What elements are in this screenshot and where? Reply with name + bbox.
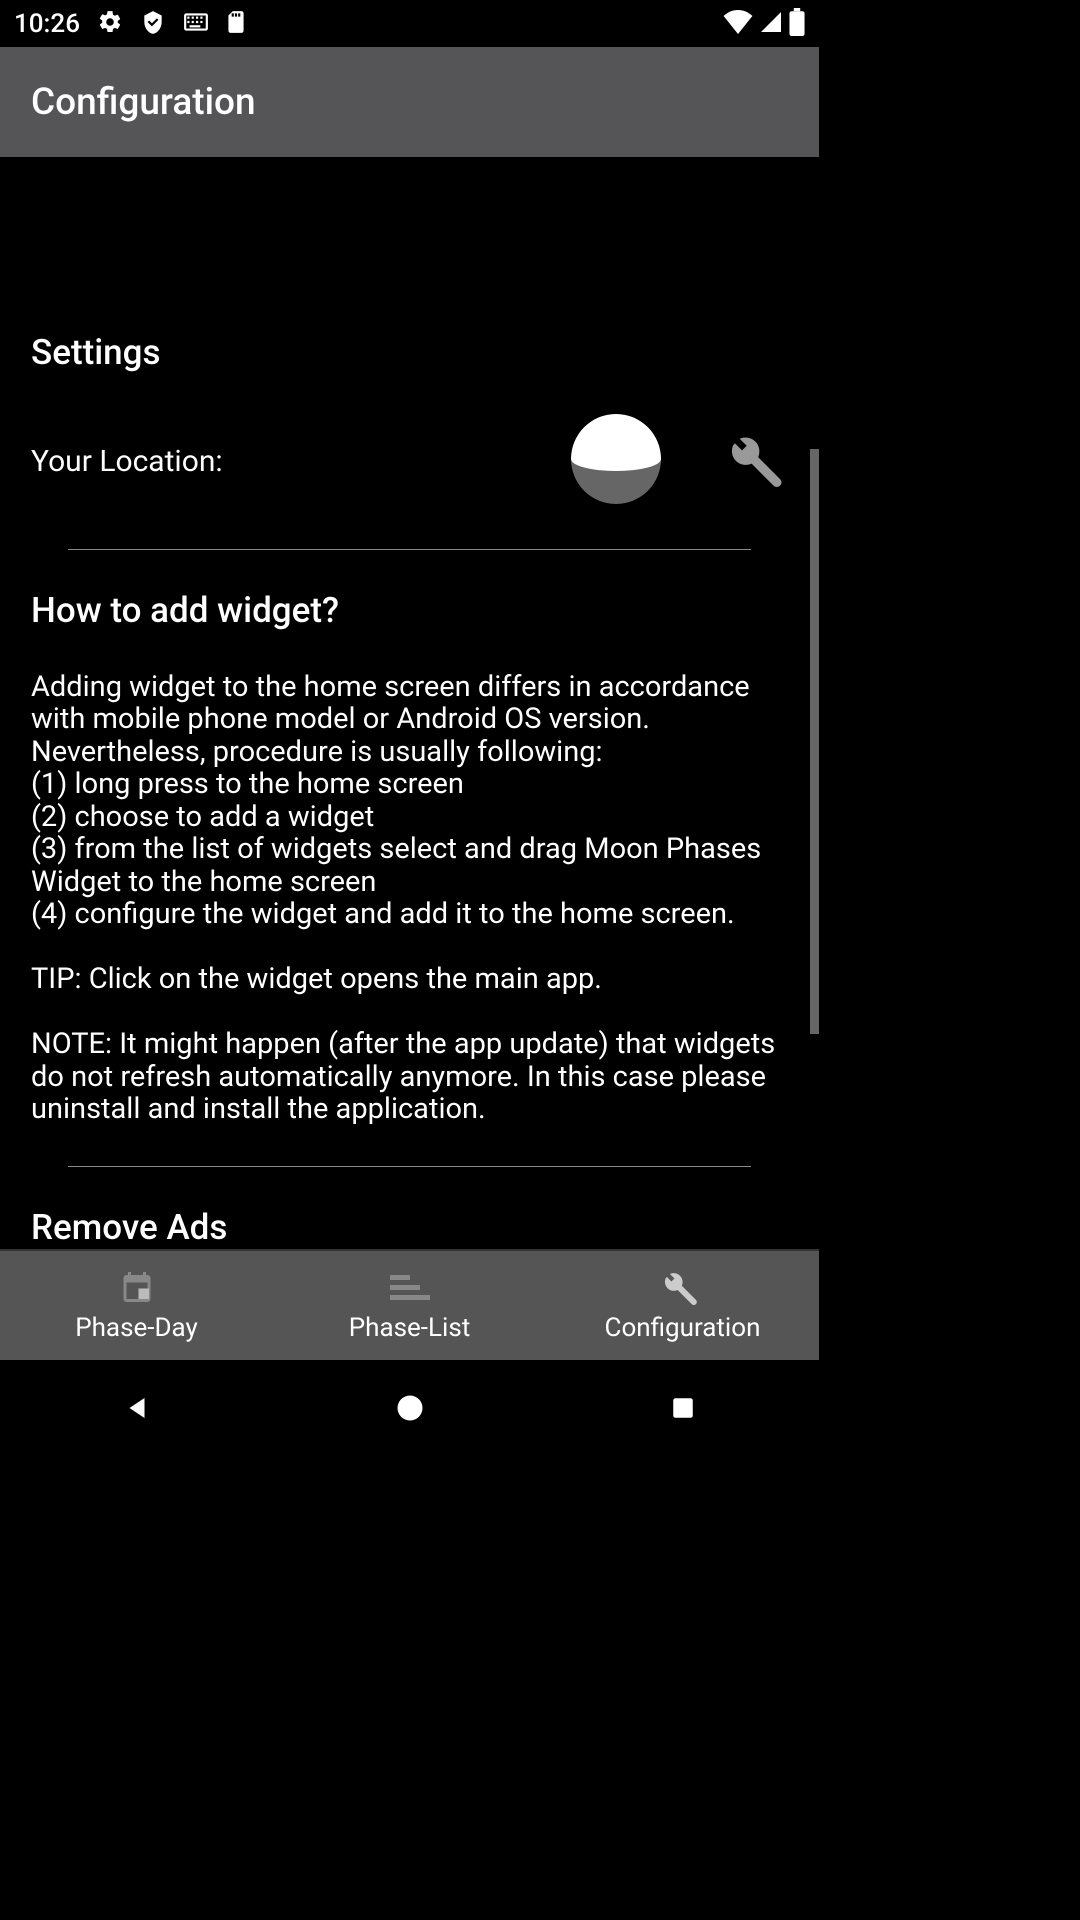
back-button[interactable] [57, 1378, 217, 1438]
page-title: Configuration [31, 81, 256, 124]
battery-icon [789, 8, 805, 40]
status-left: 10:26 [14, 9, 246, 39]
main-content[interactable]: Settings Your Location: How to ad [0, 157, 819, 1249]
gear-icon [97, 9, 123, 39]
wrench-icon[interactable] [732, 431, 788, 491]
scrollbar-indicator[interactable] [810, 449, 819, 1034]
bottom-nav: Phase-Day Phase-List Configuration [0, 1249, 819, 1360]
app-bar: Configuration [0, 47, 819, 157]
keyboard-icon [183, 12, 209, 36]
nav-phase-list[interactable]: Phase-List [273, 1251, 546, 1360]
removeads-heading: Remove Ads [31, 1207, 788, 1248]
nav-phase-day[interactable]: Phase-Day [0, 1251, 273, 1360]
status-time: 10:26 [14, 9, 80, 39]
list-icon [390, 1269, 430, 1305]
nav-configuration[interactable]: Configuration [546, 1251, 819, 1360]
moon-phase-icon[interactable] [570, 413, 662, 509]
settings-section: Settings Your Location: [0, 157, 819, 509]
removeads-section: Remove Ads [0, 1167, 819, 1249]
shield-icon [140, 9, 166, 39]
system-nav [0, 1360, 819, 1456]
sdcard-icon [226, 9, 246, 39]
status-right [723, 8, 805, 40]
howto-section: How to add widget? Adding widget to the … [0, 550, 819, 1166]
wifi-icon [723, 10, 753, 38]
location-label: Your Location: [31, 444, 570, 479]
signal-icon [759, 10, 783, 38]
wrench-icon [661, 1269, 705, 1305]
recents-button[interactable] [603, 1378, 763, 1438]
calendar-icon [117, 1269, 157, 1305]
nav-label: Phase-List [349, 1313, 471, 1343]
howto-heading: How to add widget? [31, 590, 788, 631]
home-button[interactable] [330, 1378, 490, 1438]
location-row: Your Location: [31, 413, 788, 509]
nav-label: Phase-Day [75, 1313, 198, 1343]
nav-label: Configuration [605, 1313, 761, 1343]
settings-heading: Settings [31, 332, 788, 373]
status-bar: 10:26 [0, 0, 819, 47]
howto-body: Adding widget to the home screen differs… [31, 671, 788, 1126]
